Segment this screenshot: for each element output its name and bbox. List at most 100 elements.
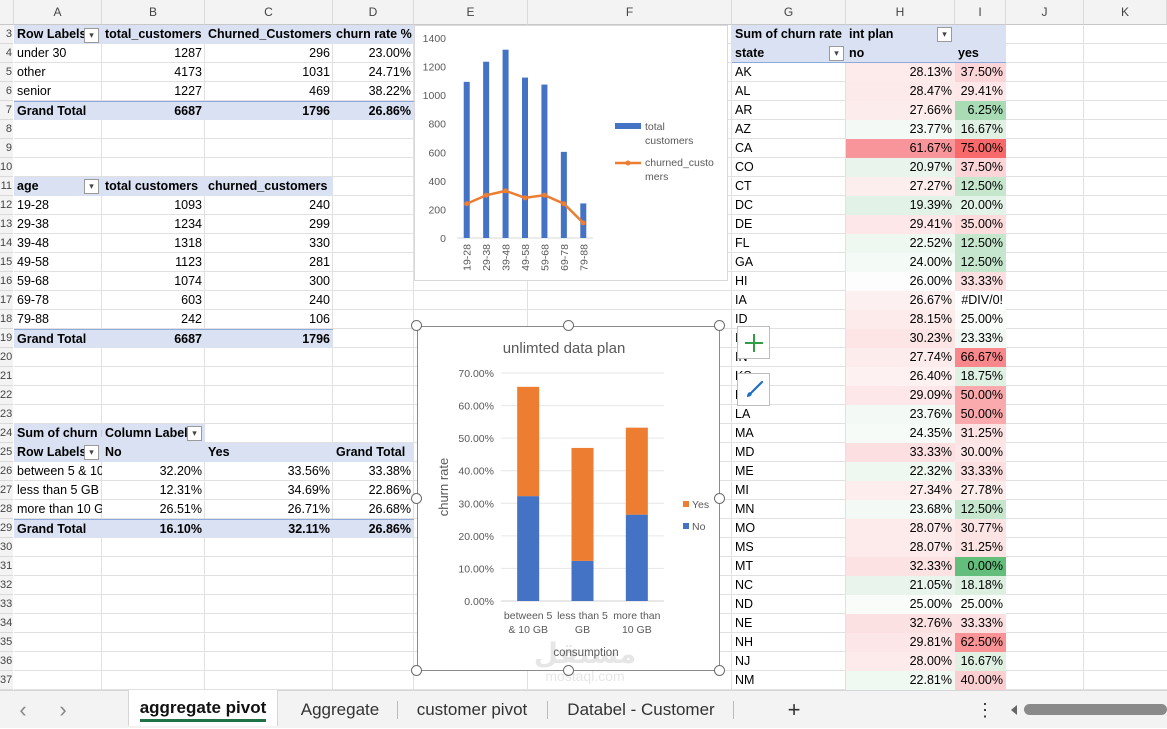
row-header[interactable]: 21 bbox=[0, 367, 13, 386]
pivot3-grand-total-yes[interactable]: 32.11% bbox=[205, 519, 333, 538]
pivot4-cell-yes[interactable]: 33.33% bbox=[955, 272, 1006, 291]
tab-customer-pivot[interactable]: customer pivot bbox=[402, 691, 542, 728]
scroll-left-icon[interactable] bbox=[1008, 704, 1020, 716]
row-header[interactable]: 20 bbox=[0, 348, 13, 367]
pivot1-cell-churned[interactable]: 1031 bbox=[205, 63, 333, 82]
pivot4-cell-yes[interactable]: 29.41% bbox=[955, 82, 1006, 101]
pivot4-cell-no[interactable]: 28.00% bbox=[846, 652, 955, 671]
pivot4-state-label[interactable]: MO bbox=[732, 519, 846, 538]
filter-dropdown-icon[interactable]: ▾ bbox=[187, 426, 202, 441]
row-header[interactable]: 35 bbox=[0, 633, 13, 652]
pivot4-state-label[interactable]: ND bbox=[732, 595, 846, 614]
pivot2-grand-total-label[interactable]: Grand Total bbox=[14, 329, 102, 348]
pivot4-cell-yes[interactable]: 31.25% bbox=[955, 538, 1006, 557]
row-header[interactable]: 18 bbox=[0, 310, 13, 329]
pivot3-header-no[interactable]: No bbox=[102, 443, 205, 462]
column-header[interactable]: F bbox=[528, 0, 732, 25]
pivot2-cell-total[interactable]: 1093 bbox=[102, 196, 205, 215]
pivot4-cell-yes[interactable]: 35.00% bbox=[955, 215, 1006, 234]
pivot2-cell-churned[interactable]: 240 bbox=[205, 196, 333, 215]
pivot4-cell-no[interactable]: 27.74% bbox=[846, 348, 955, 367]
pivot2-header-total[interactable]: total customers bbox=[102, 177, 205, 196]
pivot2-cell-total[interactable]: 1074 bbox=[102, 272, 205, 291]
pivot4-cell-no[interactable]: 23.77% bbox=[846, 120, 955, 139]
pivot1-grand-total-churned[interactable]: 1796 bbox=[205, 101, 333, 120]
tab-aggregate[interactable]: Aggregate bbox=[284, 691, 396, 728]
pivot4-state-label[interactable]: NE bbox=[732, 614, 846, 633]
pivot1-cell-churned[interactable]: 296 bbox=[205, 44, 333, 63]
filter-dropdown-icon[interactable]: ▾ bbox=[84, 445, 99, 460]
pivot1-header-total[interactable]: total_customers bbox=[102, 25, 205, 44]
column-header[interactable]: K bbox=[1084, 0, 1167, 25]
pivot2-cell-total[interactable]: 1123 bbox=[102, 253, 205, 272]
pivot4-state-label[interactable]: DE bbox=[732, 215, 846, 234]
pivot4-state-label[interactable]: NC bbox=[732, 576, 846, 595]
column-header[interactable]: J bbox=[1006, 0, 1084, 25]
row-header[interactable]: 12 bbox=[0, 196, 13, 215]
pivot4-state-label[interactable]: AZ bbox=[732, 120, 846, 139]
pivot3-header-yes[interactable]: Yes bbox=[205, 443, 333, 462]
pivot4-cell-yes[interactable]: 50.00% bbox=[955, 386, 1006, 405]
resize-handle-right[interactable] bbox=[714, 493, 725, 504]
pivot4-state-label[interactable]: AL bbox=[732, 82, 846, 101]
pivot4-cell-no[interactable]: 28.47% bbox=[846, 82, 955, 101]
pivot4-cell-yes[interactable]: 25.00% bbox=[955, 595, 1006, 614]
pivot4-cell-no[interactable]: 23.68% bbox=[846, 500, 955, 519]
pivot2-row-label[interactable]: 79-88 bbox=[14, 310, 102, 329]
pivot1-header-churned[interactable]: Churned_Customers bbox=[205, 25, 333, 44]
pivot1-cell-rate[interactable]: 38.22% bbox=[333, 82, 414, 101]
chart-unlimited-data-plan[interactable]: unlimted data plan 0.00% 10.00% 20.00% 30.00… bbox=[417, 326, 720, 671]
pivot1-row-label[interactable]: other bbox=[14, 63, 102, 82]
pivot4-cell-no[interactable]: 22.52% bbox=[846, 234, 955, 253]
pivot3-cell-yes[interactable]: 26.71% bbox=[205, 500, 333, 519]
pivot4-state-label[interactable]: AR bbox=[732, 101, 846, 120]
resize-handle-top[interactable] bbox=[563, 320, 574, 331]
row-header[interactable]: 34 bbox=[0, 614, 13, 633]
pivot4-cell-yes[interactable]: 12.50% bbox=[955, 253, 1006, 272]
pivot4-cell-no[interactable]: 28.13% bbox=[846, 63, 955, 82]
pivot3-cell-no[interactable]: 32.20% bbox=[102, 462, 205, 481]
pivot4-cell-no[interactable]: 26.00% bbox=[846, 272, 955, 291]
pivot2-row-label[interactable]: 29-38 bbox=[14, 215, 102, 234]
row-header[interactable]: 31 bbox=[0, 557, 13, 576]
pivot4-cell-yes[interactable]: 33.33% bbox=[955, 614, 1006, 633]
pivot3-row-label[interactable]: less than 5 GB bbox=[14, 481, 102, 500]
pivot2-cell-churned[interactable]: 330 bbox=[205, 234, 333, 253]
more-options-icon[interactable]: ⋮ bbox=[972, 691, 998, 728]
pivot3-row-label[interactable]: between 5 & 10 bbox=[14, 462, 102, 481]
pivot2-cell-churned[interactable]: 281 bbox=[205, 253, 333, 272]
pivot4-cell-no[interactable]: 29.09% bbox=[846, 386, 955, 405]
pivot4-state-label[interactable]: CT bbox=[732, 177, 846, 196]
pivot4-cell-no[interactable]: 22.32% bbox=[846, 462, 955, 481]
resize-handle-bottom-left[interactable] bbox=[411, 665, 422, 676]
pivot4-cell-yes[interactable]: 31.25% bbox=[955, 424, 1006, 443]
pivot4-cell-yes[interactable]: 62.50% bbox=[955, 633, 1006, 652]
pivot4-cell-yes[interactable]: 12.50% bbox=[955, 177, 1006, 196]
pivot4-state-label[interactable]: CO bbox=[732, 158, 846, 177]
column-header[interactable]: B bbox=[102, 0, 205, 25]
pivot1-row-label[interactable]: under 30 bbox=[14, 44, 102, 63]
pivot4-cell-no[interactable]: 27.66% bbox=[846, 101, 955, 120]
row-header[interactable]: 19 bbox=[0, 329, 13, 348]
pivot1-grand-total-rate[interactable]: 26.86% bbox=[333, 101, 414, 120]
row-header[interactable]: 17 bbox=[0, 291, 13, 310]
pivot4-cell-no[interactable]: 28.07% bbox=[846, 538, 955, 557]
pivot4-cell-no[interactable]: 24.35% bbox=[846, 424, 955, 443]
row-header[interactable]: 14 bbox=[0, 234, 13, 253]
pivot2-cell-churned[interactable]: 299 bbox=[205, 215, 333, 234]
pivot4-cell-yes[interactable]: 18.18% bbox=[955, 576, 1006, 595]
pivot3-grand-total-no[interactable]: 16.10% bbox=[102, 519, 205, 538]
pivot4-header-no[interactable]: no bbox=[846, 44, 955, 63]
chart-styles-button[interactable] bbox=[737, 373, 770, 406]
pivot4-cell-no[interactable]: 27.34% bbox=[846, 481, 955, 500]
pivot2-row-label[interactable]: 19-28 bbox=[14, 196, 102, 215]
pivot4-cell-no[interactable]: 21.05% bbox=[846, 576, 955, 595]
select-all-corner[interactable] bbox=[0, 0, 14, 25]
pivot3-cell-yes[interactable]: 33.56% bbox=[205, 462, 333, 481]
pivot1-header-rate[interactable]: churn rate % bbox=[333, 25, 414, 44]
pivot1-cell-total[interactable]: 1287 bbox=[102, 44, 205, 63]
column-header[interactable]: G bbox=[732, 0, 846, 25]
pivot3-cell-no[interactable]: 12.31% bbox=[102, 481, 205, 500]
pivot2-cell-total[interactable]: 242 bbox=[102, 310, 205, 329]
pivot1-row-label[interactable]: senior bbox=[14, 82, 102, 101]
